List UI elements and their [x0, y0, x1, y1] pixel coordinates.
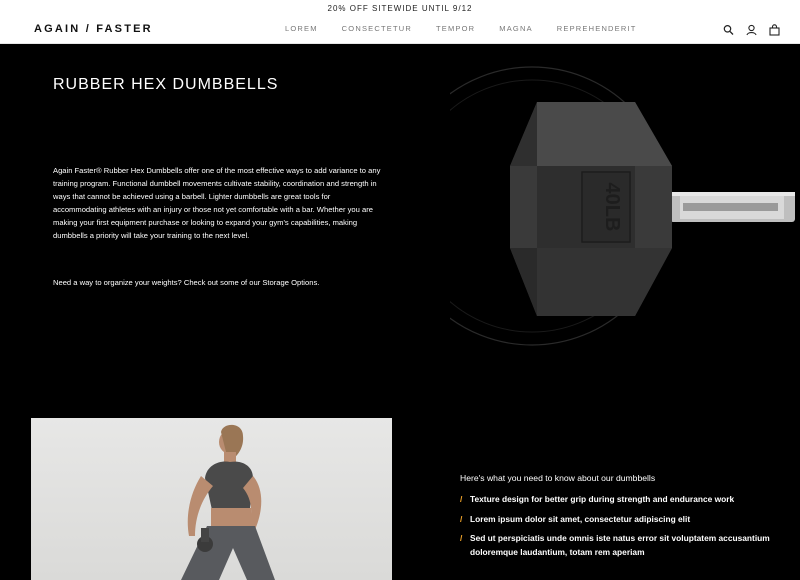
nav-item-lorem[interactable]: LOREM	[285, 24, 318, 33]
product-description: Again Faster® Rubber Hex Dumbbells offer…	[53, 166, 381, 240]
slash-bullet-icon: /	[460, 533, 463, 543]
promo-banner: 20% OFF SITEWIDE UNTIL 9/12	[0, 0, 800, 18]
dumbbell-facts: Here's what you need to know about our d…	[460, 473, 780, 565]
fact-item: / Lorem ipsum dolor sit amet, consectetu…	[460, 513, 780, 527]
search-icon[interactable]	[723, 23, 734, 35]
slash-bullet-icon: /	[460, 494, 463, 504]
storage-options-link[interactable]: Need a way to organize your weights? Che…	[53, 278, 319, 287]
site-header: AGAIN / FASTER LOREM CONSECTETUR TEMPOR …	[0, 18, 800, 44]
hero-section: RUBBER HEX DUMBBELLS Again Faster® Rubbe…	[0, 44, 800, 580]
nav-item-consectetur[interactable]: CONSECTETUR	[342, 24, 412, 33]
slash-bullet-icon: /	[460, 513, 463, 524]
nav-item-reprehenderit[interactable]: REPREHENDERIT	[557, 24, 637, 33]
weight-label: 40LB	[601, 183, 623, 232]
athlete-photo	[31, 418, 392, 580]
fact-text: Sed ut perspiciatis unde omnis iste natu…	[470, 533, 770, 557]
main-menu: LOREM CONSECTETUR TEMPOR MAGNA REPREHEND…	[285, 24, 661, 33]
cart-icon[interactable]	[769, 23, 780, 36]
account-icon[interactable]	[746, 23, 757, 36]
product-image: 40LB	[392, 66, 800, 361]
fact-text: Texture design for better grip during st…	[470, 494, 735, 504]
brand-logo[interactable]: AGAIN / FASTER	[34, 23, 153, 35]
nav-item-magna[interactable]: MAGNA	[499, 24, 533, 33]
header-icons	[723, 23, 780, 36]
nav-item-tempor[interactable]: TEMPOR	[436, 24, 475, 33]
fact-item: / Sed ut perspiciatis unde omnis iste na…	[460, 532, 780, 559]
fact-item: / Texture design for better grip during …	[460, 493, 780, 507]
facts-heading: Here's what you need to know about our d…	[460, 473, 656, 483]
page-title: RUBBER HEX DUMBBELLS	[53, 76, 279, 93]
fact-text: Lorem ipsum dolor sit amet, consectetur …	[470, 513, 691, 524]
